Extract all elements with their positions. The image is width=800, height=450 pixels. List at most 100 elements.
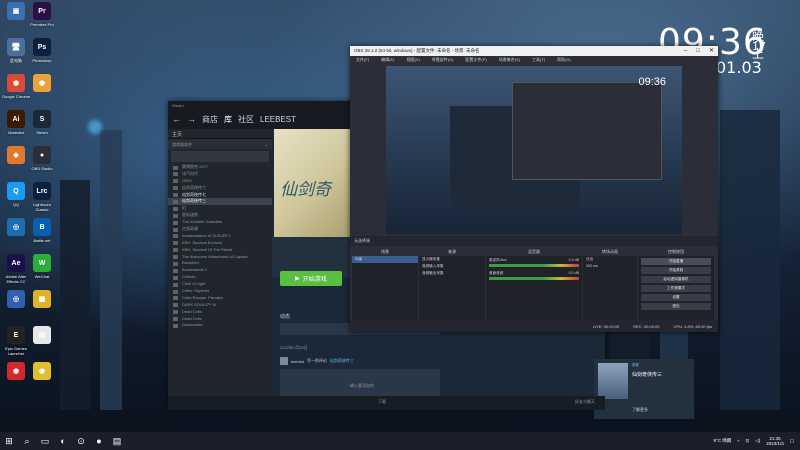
library-search-input[interactable] [171,151,269,162]
game-list-item[interactable]: 幻 [168,205,272,212]
library-filter-dropdown[interactable]: 游戏和软件 ⌄ [168,139,272,149]
transition-type-select[interactable]: 淡出 [583,256,637,263]
play-icon: ▶ [295,276,300,282]
obs-menu-item[interactable]: 帮助(H) [557,57,571,63]
obs-control-button[interactable]: 工作室模式 [641,285,711,292]
obs-control-button[interactable]: 开始录制 [641,267,711,274]
library-home[interactable]: 主页 [168,129,272,139]
source-item[interactable]: 音频输入采集 [419,263,485,270]
back-arrow-icon[interactable]: ← [172,114,181,124]
status-rec: REC: 00:00:00 [633,324,660,329]
app-icon: ◎ [7,218,25,236]
steam-footer: 下载 好友与聊天 [168,396,605,410]
forward-arrow-icon[interactable]: → [187,114,196,124]
game-list-item[interactable]: Dishonored [168,322,272,329]
game-list-item[interactable]: 赛博朋克 2077 [168,164,272,171]
game-list-item[interactable]: Dead Cells [168,316,272,323]
app-icon: B [33,218,51,236]
obs-window: OBS 28.1.2 (64-bit, windows) - 配置文件: 未命名… [350,46,718,332]
source-item[interactable]: 显示器采集 [419,256,485,263]
notification-icon[interactable]: ▢ [790,438,794,444]
minimize-icon[interactable]: – [684,48,687,54]
game-list-item[interactable]: Cube Escape: Paradox [168,295,272,302]
network-icon[interactable]: ⊡ [745,438,749,444]
game-list-item[interactable]: Dead Cells [168,309,272,316]
news-card[interactable]: 更新 仙剑奇侠传三 了解更多 [594,359,694,419]
desktop-icon-label: Google Chrome [1,94,31,99]
game-list-item[interactable]: 仙剑奇侠传六 [168,185,272,192]
obs-menu-item[interactable]: 配置文件(P) [465,57,486,63]
desktop-icon[interactable]: Lrc Lightroom Classic [27,182,57,212]
game-list-item[interactable]: 冰汽时代 [168,171,272,178]
game-list-item[interactable]: 仙剑奇侠传三 [168,198,272,206]
game-list-item[interactable]: 仙剑奇侠传七 [168,192,272,199]
game-list-item[interactable]: The Invisible Guardian [168,219,272,226]
nav-username[interactable]: LEEBEST [260,115,296,124]
desktop-icon[interactable]: W WeChat [27,254,57,279]
obs-control-button[interactable]: 退出 [641,303,711,310]
play-button[interactable]: ▶ 开始游戏 [280,271,342,286]
nav-library[interactable]: 库 [224,114,232,125]
obs-preview[interactable]: 09:36 [386,66,682,234]
desktop-icon-label: Steam [36,130,48,135]
game-list-item[interactable]: DARK SOULS™ III [168,302,272,309]
volume-icon[interactable]: ◁) [755,438,760,444]
game-list-item[interactable]: ARK: Survival Of The Fittest [168,247,272,254]
nav-store[interactable]: 商店 [202,114,218,125]
nav-community[interactable]: 社区 [238,114,254,125]
edge-icon[interactable]: ◐ [54,432,72,450]
game-list-item[interactable]: 古剑奇谭 [168,226,272,233]
desktop-icon[interactable]: ◉ [27,362,57,382]
friends-chat-button[interactable]: 好友与聊天 [575,399,595,404]
downloads-button[interactable]: 下载 [378,399,386,404]
desktop-icon[interactable]: ▦ [27,290,57,310]
desktop-icon[interactable]: Pr Premiere Pro [27,2,57,27]
volume-meter[interactable] [489,277,579,280]
game-list-item[interactable]: Banished [168,260,272,267]
obs-control-button[interactable]: 设置 [641,294,711,301]
start-button[interactable]: ⊞ [0,432,18,450]
desktop-icon[interactable]: B Battle.net [27,218,57,243]
obs-menu-item[interactable]: 停靠部件(D) [432,57,454,63]
app-icon: Pr [33,2,51,20]
source-item[interactable]: 音频输出采集 [419,270,485,277]
desktop-icon[interactable]: ▤ [27,326,57,346]
close-icon[interactable]: ✕ [709,48,714,54]
scene-item[interactable]: 场景 [352,256,418,263]
task-view-icon[interactable]: ▭ [36,432,54,450]
game-list-item[interactable]: Borderlands 2 [168,267,272,274]
game-list-item[interactable]: GRIS [168,178,272,185]
search-icon[interactable]: ⌕ [18,432,36,450]
desktop-icon[interactable]: ◉ [27,74,57,94]
game-list-item[interactable]: Cities: Skylines [168,288,272,295]
obs-taskbar-icon[interactable]: ● [90,432,108,450]
steam-taskbar-icon[interactable]: ⊙ [72,432,90,450]
news-read-more[interactable]: 了解更多 [632,407,648,413]
game-list-item[interactable]: Assassination of SUZURI 2 [168,233,272,240]
post-user[interactable]: leebest [291,359,304,364]
desktop-icon[interactable]: S Steam [27,110,57,135]
game-list-item[interactable]: 星际迷航 [168,212,272,219]
game-list-item[interactable]: Child of Light [168,281,272,288]
obs-menu-item[interactable]: 文件(F) [356,57,369,63]
obs-menu-item[interactable]: 编辑(E) [381,57,394,63]
chevron-up-icon[interactable]: ^ [737,439,739,444]
folder-icon[interactable]: ▤ [108,432,126,450]
game-list-item[interactable]: ARK: Survival Evolved [168,240,272,247]
desktop-icon[interactable]: Ps Photoshop [27,38,57,63]
obs-menu-item[interactable]: 视图(V) [406,57,419,63]
volume-meter[interactable] [489,264,579,267]
transition-duration-input[interactable]: 300 ms [583,263,637,270]
obs-control-button[interactable]: 开始直播 [641,258,711,265]
weather-text[interactable]: 9°C 晴朗 [714,438,732,444]
obs-menu-item[interactable]: 工具(T) [532,57,545,63]
game-list-item[interactable]: Celeste [168,274,272,281]
mixer-channel: 桌面音频 0.0 dB [486,269,582,282]
post-game-link[interactable]: 仙剑奇侠传三 [330,358,354,364]
obs-menu-item[interactable]: 场景集合(S) [499,57,520,63]
maximize-icon[interactable]: □ [696,48,700,54]
game-list-item[interactable]: The Awesome Adventures of Captain [168,254,272,261]
taskbar-clock[interactable]: 21:36 2023/1/3 [766,436,784,447]
obs-control-button[interactable]: 启动虚拟摄像机 [641,276,711,283]
desktop-icon[interactable]: ● OBS Studio [27,146,57,171]
